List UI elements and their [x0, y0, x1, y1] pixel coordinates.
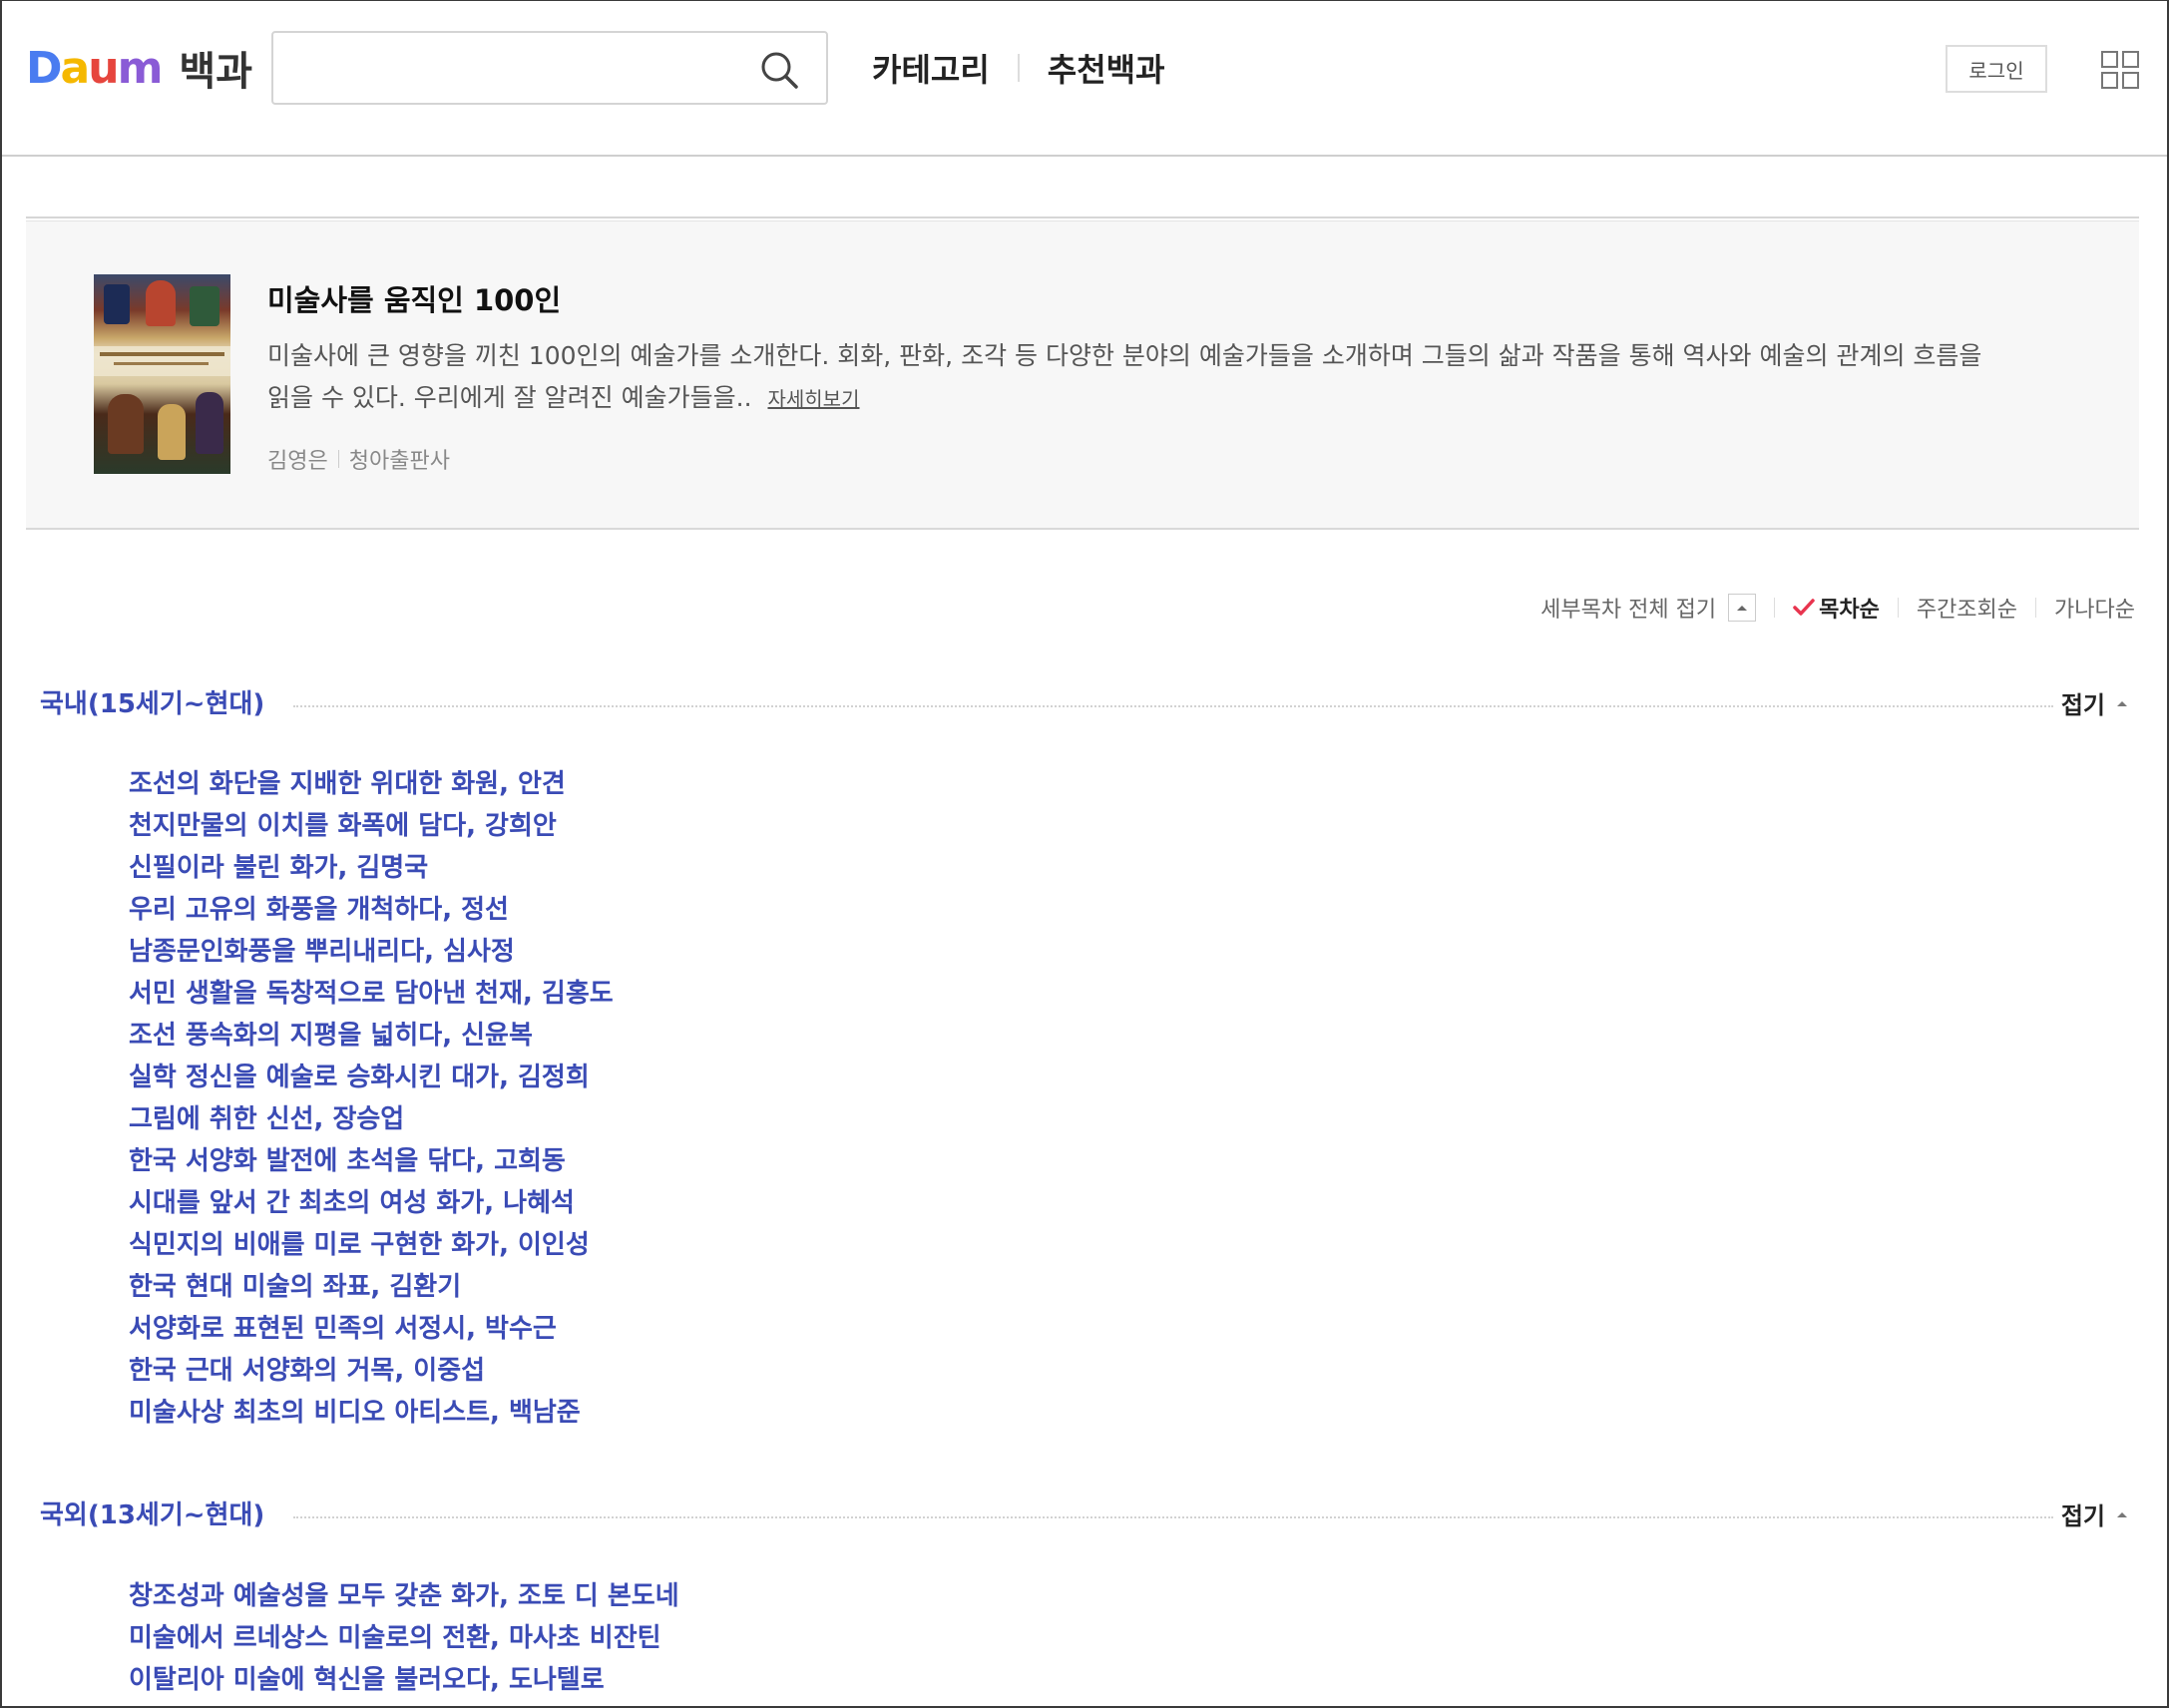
book-publisher[interactable]: 청아출판사: [349, 443, 450, 475]
meta-divider: [337, 450, 339, 468]
section-header-domestic: 국내(15세기~현대) 접기: [40, 683, 2139, 723]
toc-collapse-all[interactable]: 세부목차 전체 접기: [1540, 592, 1757, 624]
book-title: 미술사를 움직인 100인: [267, 283, 562, 317]
search-input[interactable]: [289, 45, 728, 91]
book-description-text: 미술사에 큰 영향을 끼친 100인의 예술가를 소개한다. 회화, 판화, 조…: [267, 341, 1982, 412]
login-button[interactable]: 로그인: [1946, 45, 2047, 93]
section-fold-button[interactable]: 접기: [2061, 685, 2129, 720]
sort-toc-order[interactable]: 목차순: [1793, 592, 1880, 624]
daum-logo[interactable]: Daum 백과: [26, 42, 252, 96]
section-title[interactable]: 국외(13세기~현대): [40, 1494, 264, 1531]
toc-item[interactable]: 식민지의 비애를 미로 구현한 화가, 이인성: [129, 1224, 614, 1266]
toc-item[interactable]: 이탈리아 미술에 혁신을 불러오다, 도나텔로: [129, 1659, 679, 1701]
toc-item[interactable]: 창조성과 예술성을 모두 갖춘 화가, 조토 디 본도네: [129, 1575, 679, 1617]
toc-item[interactable]: 한국 근대 서양화의 거목, 이중섭: [129, 1350, 614, 1392]
book-description: 미술사에 큰 영향을 끼친 100인의 예술가를 소개한다. 회화, 판화, 조…: [267, 335, 1983, 420]
section-header-international: 국외(13세기~현대) 접기: [40, 1494, 2139, 1534]
toc-item[interactable]: 한국 서양화 발전에 초석을 닦다, 고희동: [129, 1140, 614, 1182]
main-nav: 카테고리 추천백과: [872, 45, 1165, 91]
nav-divider: [1017, 54, 1020, 82]
nav-recommended[interactable]: 추천백과: [1048, 45, 1165, 91]
daum-wordmark: Daum: [26, 42, 163, 94]
toc-list-domestic: 조선의 화단을 지배한 위대한 화원, 안견 천지만물의 이치를 화폭에 담다,…: [129, 763, 614, 1434]
caret-up-icon: [2117, 700, 2127, 706]
caret-up-icon: [2117, 1511, 2127, 1517]
toc-item[interactable]: 남종문인화풍을 뿌리내리다, 심사정: [129, 931, 614, 973]
sort-alphabetical[interactable]: 가나다순: [2054, 592, 2135, 624]
toc-item[interactable]: 미술사상 최초의 비디오 아티스트, 백남준: [129, 1392, 614, 1434]
section-title[interactable]: 국내(15세기~현대): [40, 683, 264, 720]
page-frame: Daum 백과 카테고리 추천백과 로그인 미술사를 움직인 100인 미술사에…: [0, 0, 2169, 1708]
toc-collapse-label: 세부목차 전체 접기: [1540, 598, 1717, 623]
toc-item[interactable]: 미술에서 르네상스 미술로의 전환, 마사초 비잔틴: [129, 1617, 679, 1659]
toc-item[interactable]: 신필이라 불린 화가, 김명국: [129, 847, 614, 889]
section-dotted-divider: [293, 705, 2053, 707]
toc-item[interactable]: 서양화로 표현된 민족의 서정시, 박수근: [129, 1308, 614, 1350]
header: Daum 백과 카테고리 추천백과 로그인: [2, 1, 2167, 157]
search-icon[interactable]: [758, 49, 800, 91]
book-info-panel: 미술사를 움직인 100인 미술사에 큰 영향을 끼친 100인의 예술가를 소…: [26, 221, 2139, 530]
section-dotted-divider: [293, 1516, 2053, 1518]
sort-divider: [2035, 598, 2037, 618]
book-cover-image[interactable]: [94, 274, 230, 474]
nav-category[interactable]: 카테고리: [872, 45, 990, 91]
toc-list-international: 창조성과 예술성을 모두 갖춘 화가, 조토 디 본도네 미술에서 르네상스 미…: [129, 1575, 679, 1701]
sort-toc-order-label: 목차순: [1819, 598, 1880, 623]
sort-divider: [1897, 598, 1899, 618]
app-grid-icon[interactable]: [2101, 51, 2139, 89]
toc-item[interactable]: 우리 고유의 화풍을 개척하다, 정선: [129, 889, 614, 931]
toc-item[interactable]: 한국 현대 미술의 좌표, 김환기: [129, 1266, 614, 1308]
sort-bar: 세부목차 전체 접기 목차순 주간조회순 가나다순: [1540, 592, 2135, 624]
more-details-link[interactable]: 자세히보기: [767, 387, 859, 411]
fold-label: 접기: [2060, 691, 2105, 719]
sort-divider: [1774, 598, 1776, 618]
toc-item[interactable]: 조선의 화단을 지배한 위대한 화원, 안견: [129, 763, 614, 805]
section-fold-button[interactable]: 접기: [2061, 1496, 2129, 1531]
check-icon: [1793, 599, 1815, 616]
toc-item[interactable]: 시대를 앞서 간 최초의 여성 화가, 나혜석: [129, 1182, 614, 1224]
toc-item[interactable]: 서민 생활을 독창적으로 담아낸 천재, 김홍도: [129, 973, 614, 1015]
toc-item[interactable]: 실학 정신을 예술로 승화시킨 대가, 김정희: [129, 1057, 614, 1098]
book-meta: 김영은 청아출판사: [267, 443, 450, 475]
toc-item[interactable]: 천지만물의 이치를 화폭에 담다, 강희안: [129, 805, 614, 847]
toc-item[interactable]: 조선 풍속화의 지평을 넓히다, 신윤복: [129, 1015, 614, 1057]
book-author[interactable]: 김영은: [267, 443, 328, 475]
fold-label: 접기: [2060, 1502, 2105, 1530]
service-name: 백과: [179, 49, 253, 95]
collapse-up-icon[interactable]: [1728, 594, 1757, 622]
sort-weekly-views[interactable]: 주간조회순: [1917, 592, 2017, 624]
toc-item[interactable]: 그림에 취한 신선, 장승업: [129, 1098, 614, 1140]
search-box: [271, 31, 828, 105]
